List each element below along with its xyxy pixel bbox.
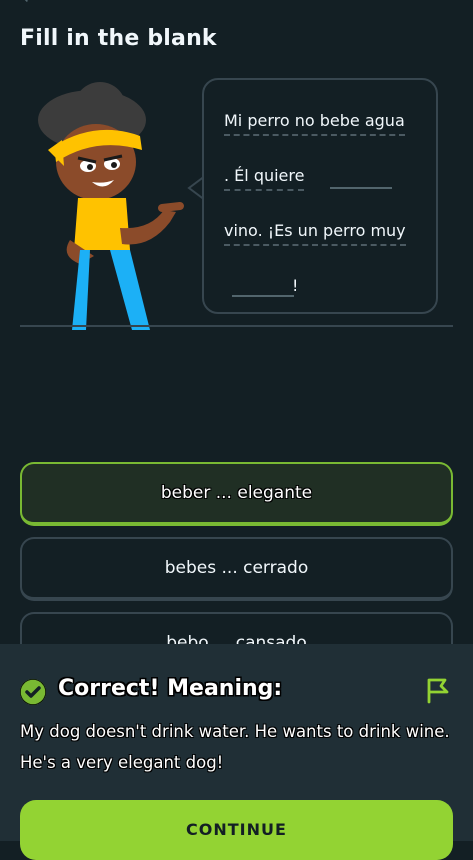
speech-bubble: Mi perro no bebe agua . Él quiere vino. … — [202, 78, 438, 314]
feedback-title: Correct! Meaning: — [58, 676, 283, 701]
blank-slot[interactable] — [232, 294, 294, 297]
continue-button[interactable]: CONTINUE — [20, 800, 453, 860]
translation-text: My dog doesn't drink water. He wants to … — [20, 722, 450, 772]
divider — [20, 325, 453, 327]
page-title: Fill in the blank — [20, 26, 217, 51]
option-button[interactable]: beber ... elegante — [20, 462, 453, 526]
sentence-line: Mi perro no bebe agua — [224, 108, 428, 136]
back-arrow-icon[interactable]: ⟵ — [22, 0, 51, 7]
check-circle-icon — [20, 679, 46, 705]
character-illustration — [38, 82, 184, 330]
report-flag-icon[interactable] — [425, 676, 451, 704]
sentence-line: . Él quiere — [224, 163, 428, 191]
blank-slot[interactable] — [329, 186, 392, 189]
character-shirt — [74, 198, 130, 250]
feedback-panel: Correct! Meaning: My dog doesn't drink w… — [0, 644, 473, 860]
option-button[interactable]: bebes ... cerrado — [20, 537, 453, 601]
sentence-line: vino. ¡Es un perro muy — [224, 218, 428, 246]
